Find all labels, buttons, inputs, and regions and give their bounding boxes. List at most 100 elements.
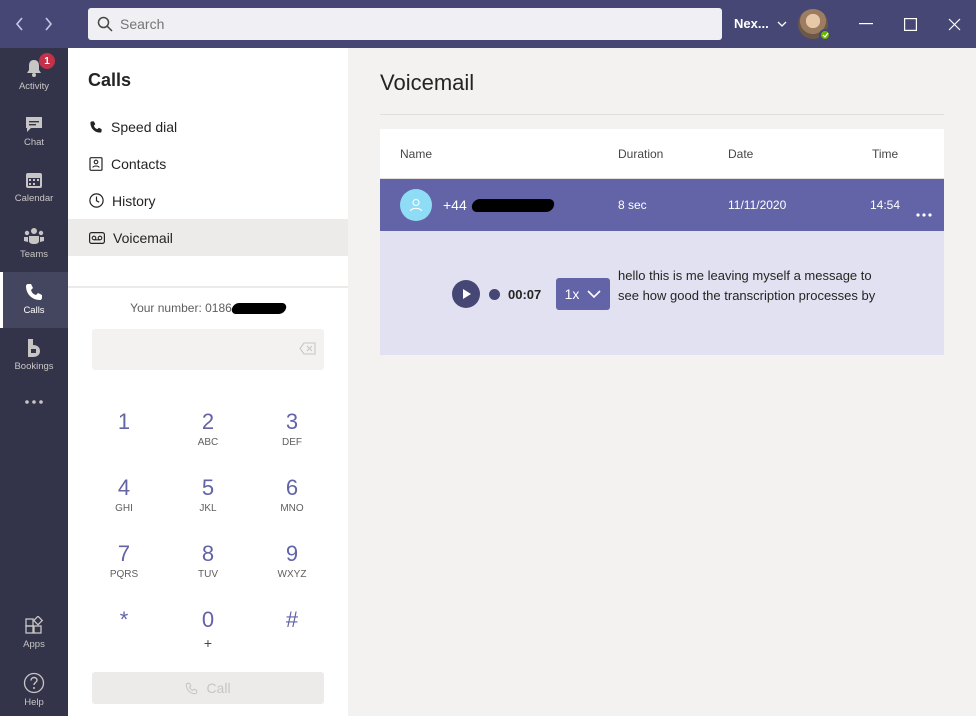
more-apps-button[interactable] bbox=[0, 388, 68, 428]
title-bar: Nex... bbox=[0, 0, 976, 48]
keypad-key-6[interactable]: 6 MNO bbox=[262, 475, 322, 525]
contacts-icon bbox=[89, 156, 103, 171]
play-button[interactable] bbox=[452, 280, 480, 308]
keypad-key-4[interactable]: 4 GHI bbox=[94, 475, 154, 525]
forward-button[interactable] bbox=[36, 12, 60, 36]
rail-item-bookings[interactable]: Bookings bbox=[0, 328, 68, 384]
keypad-key-0[interactable]: 0 + bbox=[178, 607, 238, 657]
voicemail-details: 00:07 1x hello this is me leaving myself… bbox=[380, 231, 944, 355]
call-button[interactable]: Call bbox=[92, 672, 324, 704]
teams-icon bbox=[24, 228, 44, 244]
person-icon bbox=[409, 198, 423, 212]
dial-input[interactable] bbox=[92, 329, 324, 370]
rail-label: Bookings bbox=[14, 361, 54, 372]
key-digit: 3 bbox=[285, 409, 299, 434]
org-label: Nex... bbox=[734, 16, 769, 31]
close-icon bbox=[948, 18, 960, 30]
row-date: 11/11/2020 bbox=[728, 198, 787, 212]
key-letters: ABC bbox=[197, 437, 219, 448]
profile-avatar[interactable] bbox=[798, 9, 831, 41]
row-time: 14:54 bbox=[870, 198, 901, 212]
rail-item-teams[interactable]: Teams bbox=[0, 216, 68, 272]
more-icon bbox=[25, 400, 43, 404]
key-digit: * bbox=[119, 607, 129, 632]
presence-available-icon bbox=[819, 29, 831, 41]
close-button[interactable] bbox=[942, 12, 966, 36]
more-options-button[interactable] bbox=[916, 204, 932, 222]
column-header-duration[interactable]: Duration bbox=[618, 147, 663, 161]
calls-item-history[interactable]: History bbox=[68, 182, 348, 219]
playback-speed-button[interactable]: 1x bbox=[556, 278, 610, 310]
key-letters: PQRS bbox=[109, 569, 139, 580]
search-box[interactable] bbox=[88, 8, 722, 40]
caller-number: +44 bbox=[443, 197, 467, 213]
caller-avatar bbox=[400, 189, 432, 221]
play-icon bbox=[463, 289, 471, 299]
activity-badge: 1 bbox=[39, 53, 55, 69]
keypad-key-9[interactable]: 9 WXYZ bbox=[262, 541, 322, 591]
rail-item-calendar[interactable]: Calendar bbox=[0, 160, 68, 216]
row-duration: 8 sec bbox=[618, 198, 647, 212]
page-title: Voicemail bbox=[380, 70, 475, 95]
rail-label: Apps bbox=[23, 639, 45, 650]
rail-item-activity[interactable]: 1 Activity bbox=[0, 48, 68, 104]
keypad-key-8[interactable]: 8 TUV bbox=[178, 541, 238, 591]
keypad-key-hash[interactable]: # bbox=[262, 607, 322, 657]
column-header-time[interactable]: Time bbox=[872, 147, 898, 161]
rail-item-chat[interactable]: Chat bbox=[0, 104, 68, 160]
key-digit: 1 bbox=[117, 409, 131, 434]
back-button[interactable] bbox=[8, 12, 32, 36]
call-button-label: Call bbox=[206, 680, 231, 696]
calls-item-contacts[interactable]: Contacts bbox=[68, 145, 348, 182]
rail-item-calls[interactable]: Calls bbox=[0, 272, 68, 328]
search-input[interactable] bbox=[120, 16, 700, 32]
maximize-button[interactable] bbox=[898, 12, 922, 36]
playback-scrubber[interactable] bbox=[489, 289, 500, 300]
calls-panel: Calls Speed dial Contacts History Voicem… bbox=[68, 48, 348, 716]
org-switcher[interactable]: Nex... bbox=[734, 16, 787, 31]
rail-label: Calendar bbox=[14, 193, 54, 204]
chevron-down-icon bbox=[587, 290, 601, 298]
key-digit: 2 bbox=[201, 409, 215, 434]
redacted-number bbox=[230, 303, 288, 315]
rail-item-apps[interactable]: Apps bbox=[0, 606, 68, 662]
column-header-name[interactable]: Name bbox=[400, 147, 432, 161]
minimize-icon bbox=[859, 23, 873, 25]
keypad-key-3[interactable]: 3 DEF bbox=[262, 409, 322, 459]
more-options-icon bbox=[916, 213, 932, 217]
rail-item-help[interactable]: Help bbox=[0, 662, 68, 716]
voicemail-transcript: hello this is me leaving myself a messag… bbox=[618, 268, 876, 303]
keypad-key-2[interactable]: 2 ABC bbox=[178, 409, 238, 459]
calls-item-voicemail[interactable]: Voicemail bbox=[68, 219, 348, 256]
playback-speed-label: 1x bbox=[564, 286, 580, 302]
bookings-icon bbox=[28, 339, 40, 357]
calls-item-speed-dial[interactable]: Speed dial bbox=[68, 108, 348, 145]
keypad-key-1[interactable]: 1 bbox=[94, 409, 154, 459]
minimize-button[interactable] bbox=[854, 12, 878, 36]
voicemail-icon bbox=[89, 231, 105, 244]
key-letters: WXYZ bbox=[277, 569, 307, 580]
redacted-caller-number bbox=[470, 199, 556, 212]
keypad-key-5[interactable]: 5 JKL bbox=[178, 475, 238, 525]
rail-label: Help bbox=[24, 697, 44, 708]
rail-label: Calls bbox=[23, 305, 45, 316]
maximize-icon bbox=[903, 17, 917, 31]
rail-label: Teams bbox=[20, 249, 48, 260]
playback-time: 00:07 bbox=[508, 287, 542, 302]
keypad-key-star[interactable]: * bbox=[94, 607, 154, 657]
calendar-icon bbox=[26, 173, 42, 188]
chevron-left-icon bbox=[15, 17, 23, 31]
apps-icon bbox=[25, 616, 44, 634]
keypad-key-7[interactable]: 7 PQRS bbox=[94, 541, 154, 591]
chevron-right-icon bbox=[45, 17, 53, 31]
panel-divider bbox=[68, 286, 348, 288]
key-letters: DEF bbox=[282, 437, 302, 448]
calls-title: Calls bbox=[88, 70, 132, 90]
key-digit: 4 bbox=[117, 475, 131, 500]
backspace-icon[interactable] bbox=[299, 342, 316, 355]
calls-item-label: Contacts bbox=[111, 155, 167, 172]
key-digit: 6 bbox=[285, 475, 299, 500]
voicemail-row[interactable]: +44 8 sec 11/11/2020 14:54 bbox=[380, 179, 944, 231]
key-digit: # bbox=[285, 607, 299, 632]
column-header-date[interactable]: Date bbox=[728, 147, 753, 161]
